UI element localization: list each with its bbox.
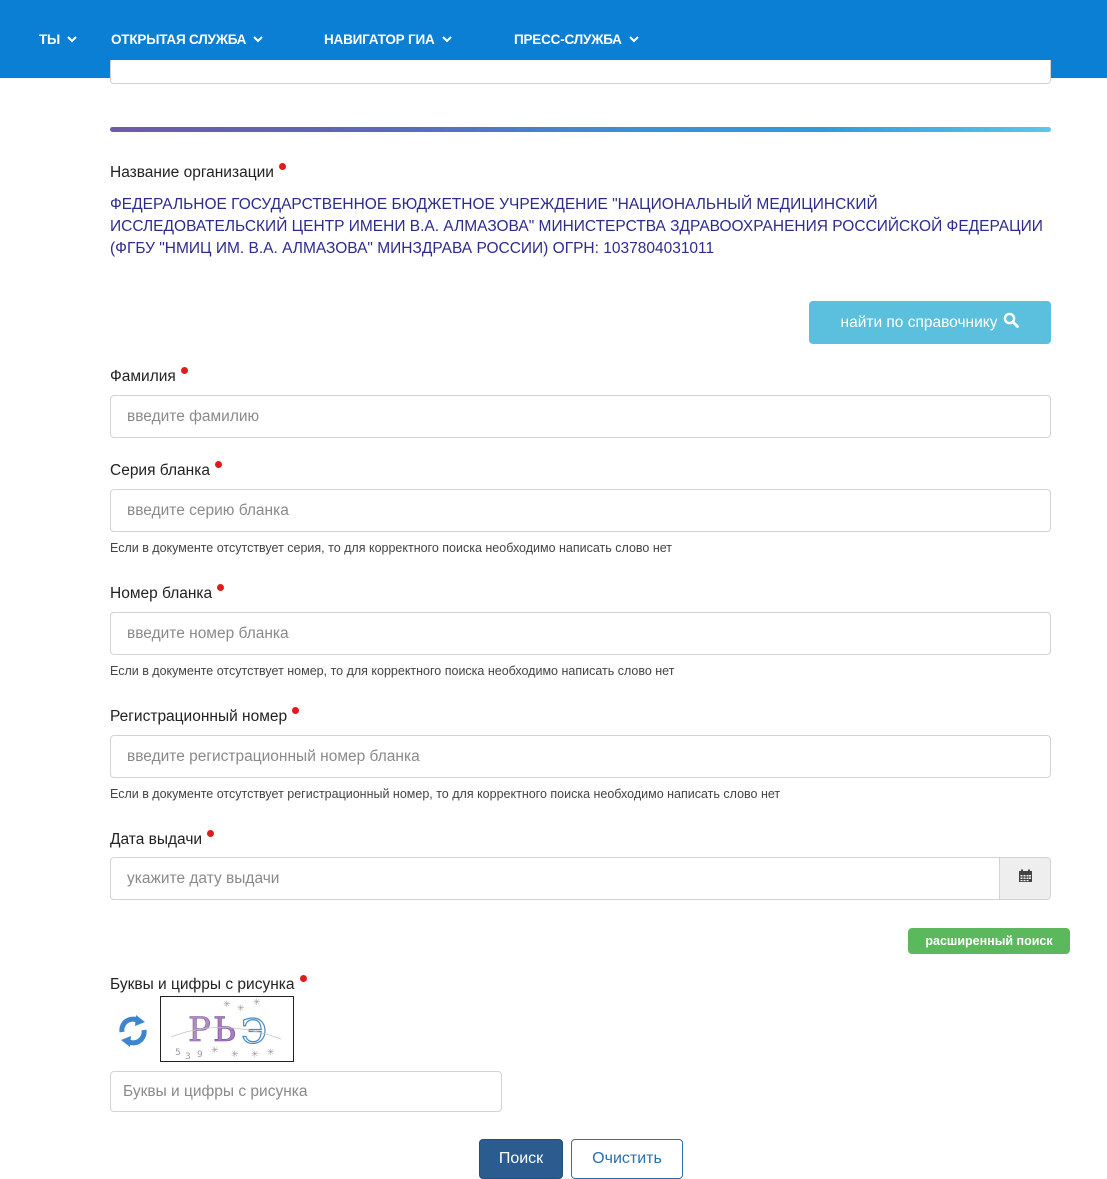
svg-text:Р: Р xyxy=(188,1010,211,1050)
series-hint: Если в документе отсутствует серия, то д… xyxy=(110,541,672,555)
captcha-image: ✳ ✳ ✳ 539 ✳ ✳ ✳ ✳ Р Ь Э xyxy=(160,996,294,1062)
calendar-icon xyxy=(1018,869,1033,888)
required-marker xyxy=(207,830,215,837)
refresh-icon[interactable] xyxy=(112,1010,154,1052)
surname-input[interactable] xyxy=(110,395,1051,438)
number-hint: Если в документе отсутствует номер, то д… xyxy=(110,664,675,678)
search-icon xyxy=(1003,312,1020,333)
lookup-button-label: найти по справочнику xyxy=(840,313,998,331)
reg-number-hint: Если в документе отсутствует регистрацио… xyxy=(110,787,781,801)
chevron-down-icon xyxy=(67,36,77,43)
nav-item-label: ТЫ xyxy=(39,32,61,47)
captcha-input[interactable] xyxy=(110,1071,502,1112)
nav-item-press-service[interactable]: ПРЕСС-СЛУЖБА xyxy=(514,32,639,48)
surname-label: Фамилия xyxy=(110,367,188,386)
required-marker xyxy=(217,584,225,591)
series-input[interactable] xyxy=(110,489,1051,532)
reg-number-label: Регистрационный номер xyxy=(110,707,300,726)
nav-item-gia-navigator[interactable]: НАВИГАТОР ГИА xyxy=(324,32,452,48)
required-marker xyxy=(292,707,300,714)
nav-item-label: ОТКРЫТАЯ СЛУЖБА xyxy=(111,32,247,47)
chevron-down-icon xyxy=(629,36,639,43)
svg-text:✳: ✳ xyxy=(267,1048,275,1058)
org-name-value: ФЕДЕРАЛЬНОЕ ГОСУДАРСТВЕННОЕ БЮДЖЕТНОЕ УЧ… xyxy=(110,196,1043,257)
org-label: Название организации xyxy=(110,163,286,182)
number-input[interactable] xyxy=(110,612,1051,655)
svg-text:✳: ✳ xyxy=(231,1050,239,1060)
calendar-button[interactable] xyxy=(999,857,1051,900)
issue-date-input[interactable] xyxy=(110,857,1000,900)
advanced-search-button[interactable]: расширенный поиск xyxy=(908,928,1070,954)
svg-text:✳: ✳ xyxy=(223,1000,231,1010)
series-label: Серия бланка xyxy=(110,461,222,480)
required-marker xyxy=(214,461,222,468)
required-marker xyxy=(278,163,286,170)
nav-item-label: НАВИГАТОР ГИА xyxy=(324,32,435,47)
nav-item-open-service[interactable]: ОТКРЫТАЯ СЛУЖБА xyxy=(111,32,263,48)
svg-text:Ь: Ь xyxy=(213,1010,236,1050)
partially-hidden-input[interactable] xyxy=(110,60,1051,84)
gradient-divider xyxy=(110,127,1051,132)
issue-date-label: Дата выдачи xyxy=(110,830,215,849)
reg-number-input[interactable] xyxy=(110,735,1051,778)
svg-text:9: 9 xyxy=(197,1050,203,1060)
svg-text:5: 5 xyxy=(175,1048,181,1058)
clear-button[interactable]: Очистить xyxy=(571,1139,683,1179)
lookup-directory-button[interactable]: найти по справочнику xyxy=(809,301,1051,344)
svg-text:3: 3 xyxy=(185,1052,191,1062)
required-marker xyxy=(180,367,188,374)
nav-item-cut[interactable]: ТЫ xyxy=(39,32,77,48)
svg-text:✳: ✳ xyxy=(253,998,261,1008)
required-marker xyxy=(299,975,307,982)
issue-date-group xyxy=(110,857,1051,900)
chevron-down-icon xyxy=(441,36,452,43)
svg-text:Э: Э xyxy=(241,1012,267,1052)
chevron-down-icon xyxy=(253,36,263,43)
search-button[interactable]: Поиск xyxy=(479,1139,563,1179)
captcha-label: Буквы и цифры с рисунка xyxy=(110,975,307,994)
number-label: Номер бланка xyxy=(110,584,225,603)
nav-item-label: ПРЕСС-СЛУЖБА xyxy=(514,32,622,47)
